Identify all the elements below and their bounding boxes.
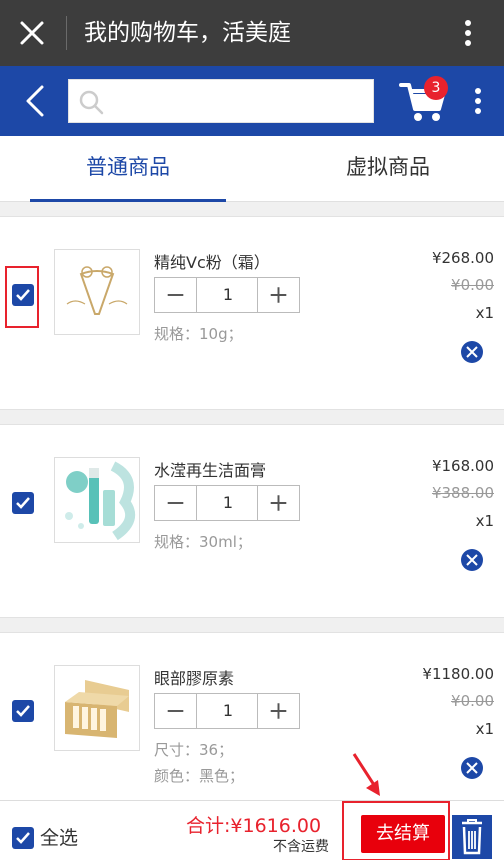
close-icon [466,346,478,358]
title-bar: 我的购物车，活美庭 [0,0,504,66]
checkout-footer: 全选 合计:¥1616.00 不含运费 去结算 [0,800,504,860]
select-all-checkbox[interactable] [12,827,34,849]
quantity-value[interactable]: 1 [198,694,258,728]
quantity-stepper: 1 [154,485,300,521]
product-spec: 尺寸：36； [154,741,234,759]
original-price: ¥0.00 [451,692,494,710]
item-checkbox[interactable] [12,492,34,514]
check-icon [16,832,30,844]
item-count: x1 [475,720,494,738]
back-arrow-icon[interactable] [18,83,54,119]
cart-item: 眼部膠原素 1 尺寸：36； 颜色：黑色； ¥1180.00 ¥0.00 x1 [0,632,504,802]
pointer-arrow-icon [352,753,380,796]
product-price: ¥268.00 [431,249,494,267]
product-price: ¥168.00 [431,457,494,475]
tab-regular-goods[interactable]: 普通商品 [30,136,226,202]
cart-badge: 3 [424,76,448,100]
check-icon [16,289,30,301]
check-icon [16,705,30,717]
shipping-note: 不含运费 [273,839,329,855]
tab-bar: 普通商品 虚拟商品 [0,136,504,202]
product-name[interactable]: 精纯Vc粉（霜） [154,249,270,273]
item-count: x1 [475,304,494,322]
product-price: ¥1180.00 [422,665,494,683]
cart-count: 3 [424,76,448,100]
check-icon [16,497,30,509]
cleanser-product-image-icon [65,461,136,541]
window-title: 我的购物车，活美庭 [84,20,291,46]
item-checkbox[interactable] [12,284,34,306]
minus-button[interactable] [155,694,197,728]
original-price: ¥388.00 [431,484,494,502]
close-icon[interactable] [14,15,50,51]
product-spec: 规格：10g； [154,325,243,343]
delete-button[interactable] [452,815,492,859]
close-icon [466,554,478,566]
quantity-stepper: 1 [154,277,300,313]
total-value: ¥1616.00 [230,815,322,837]
title-divider [66,16,67,50]
quantity-value[interactable]: 1 [198,278,258,312]
plus-button[interactable] [257,694,299,728]
minus-button[interactable] [155,278,197,312]
product-spec: 规格：30ml； [154,533,252,551]
tab-virtual-goods[interactable]: 虚拟商品 [290,136,486,202]
product-name[interactable]: 水滢再生洁面膏 [154,457,266,481]
total-amount: 合计:¥1616.00 [186,811,321,838]
gift-box-product-image-icon [65,680,129,738]
select-all-label[interactable]: 全选 [40,823,78,850]
close-icon [466,762,478,774]
item-count: x1 [475,512,494,530]
product-thumbnail[interactable] [54,457,140,543]
more-options-icon[interactable] [460,83,496,119]
search-icon [79,90,104,115]
search-box[interactable] [68,79,374,123]
plus-button[interactable] [257,278,299,312]
total-label: 合计: [186,815,231,837]
cart-item: 水滢再生洁面膏 1 规格：30ml； ¥168.00 ¥388.00 x1 [0,424,504,618]
checkout-button[interactable]: 去结算 [361,815,445,853]
quantity-value[interactable]: 1 [198,486,258,520]
more-menu-icon[interactable] [450,15,486,51]
search-input[interactable] [111,80,367,122]
product-spec: 颜色：黑色； [154,767,245,785]
quantity-stepper: 1 [154,693,300,729]
plus-button[interactable] [257,486,299,520]
trash-icon [462,819,482,855]
product-thumbnail[interactable] [54,665,140,751]
vc-brand-logo-icon [66,266,128,315]
cart-item: 精纯Vc粉（霜） 1 规格：10g； ¥268.00 ¥0.00 x1 [0,216,504,410]
remove-item-button[interactable] [461,341,483,363]
original-price: ¥0.00 [451,276,494,294]
remove-item-button[interactable] [461,549,483,571]
product-thumbnail[interactable] [54,249,140,335]
product-name[interactable]: 眼部膠原素 [154,665,234,689]
remove-item-button[interactable] [461,757,483,779]
item-checkbox[interactable] [12,700,34,722]
minus-button[interactable] [155,486,197,520]
